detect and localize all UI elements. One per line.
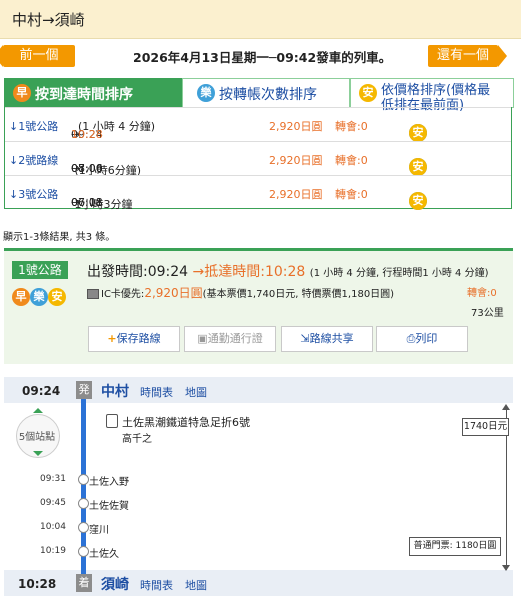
map-link[interactable]: 地圖 (185, 384, 207, 400)
stop-name: 土佐入野 (89, 477, 129, 488)
ic-card-icon (87, 289, 99, 299)
arrival-time: 10:28 (18, 577, 57, 591)
right-arrow-icon (498, 45, 507, 67)
prev-label: 前一個 (19, 48, 59, 63)
arrow-up-icon (502, 404, 510, 410)
fast-badge-icon: 早 (13, 84, 31, 102)
route-label: 1號公路 (12, 261, 68, 279)
tab-label: 按轉帳次數排序 (219, 87, 317, 103)
train-subtext: 高千之 (122, 434, 152, 445)
departure-station[interactable]: 中村 (101, 381, 129, 401)
distance: 73公里 (471, 308, 504, 319)
map-link[interactable]: 地圖 (185, 577, 207, 593)
transfer-count: 轉會:0 (467, 288, 497, 299)
page-title: 中村→須崎 (12, 11, 85, 29)
route-transfers: 轉會:0 (335, 120, 368, 133)
route-times: 09:24 → 10:28 (1 小時 4 分鐘) (71, 120, 156, 141)
fare-line: IC卡優先:2,920日圓(基本票價1,740日元, 特價票價1,180日圓) (87, 284, 394, 301)
cheap-badge-icon: 安 (48, 288, 66, 306)
train-icon (106, 414, 118, 428)
routes-list: ↓1號公路 09:24 → 10:28 (1 小時 4 分鐘) 2,920日圓 … (4, 107, 512, 211)
prev-button[interactable]: 前一個 (0, 45, 75, 67)
detail-badges: 早樂安 (12, 288, 66, 306)
stop-time: 10:04 (40, 522, 66, 532)
tab-sort-transfers[interactable]: 樂 按轉帳次數排序 (182, 78, 350, 108)
route-name[interactable]: ↓2號路線 (9, 152, 58, 168)
stop-name: 土佐佐賀 (89, 501, 129, 512)
tab-label: 按到達時間排序 (35, 87, 133, 103)
chevron-down-icon (33, 451, 43, 456)
fast-badge-icon: 早 (12, 288, 30, 306)
arrival-mark: 着 (76, 574, 92, 592)
arrival-station[interactable]: 須崎 (101, 574, 129, 594)
route-row[interactable]: ↓2號路線 07:00 → 08:06 (1小時6分鐘) 2,920日圓 轉會:… (5, 141, 511, 177)
stop-dot (78, 546, 89, 557)
stop-time: 09:45 (40, 498, 66, 508)
arrow-down-icon (502, 565, 510, 571)
route-price: 2,920日圓 (269, 154, 323, 167)
train-name: 土佐黑潮鐵道特急足折6號 (122, 416, 250, 429)
departure-arrival-line: 出發時間:09:24 →抵達時間:10:28 (1 小時 4 分鐘, 行程時間1… (87, 264, 489, 280)
route-row[interactable]: ↓3號公路 06:08 → 07:11 1小時3分鐘 2,920日圓 轉會:0 … (5, 175, 511, 211)
result-count: 顯示1-3條結果, 共3 條。 (3, 232, 116, 243)
print-button[interactable]: ⎙列印 (376, 326, 468, 352)
stop-dot (78, 498, 89, 509)
tab-sort-price[interactable]: 安 依價格排序(價格最低排在最前面) (350, 78, 514, 113)
route-price: 2,920日圓 (269, 188, 323, 201)
route-name[interactable]: ↓3號公路 (9, 186, 58, 202)
stop-name: 土佐久 (89, 549, 119, 560)
route-name[interactable]: ↓1號公路 (9, 118, 58, 134)
chevron-up-icon (33, 408, 43, 413)
sort-tabs: 早 按到達時間排序 樂 按轉帳次數排序 安 依價格排序(價格最低排在最前面) (4, 78, 514, 113)
regular-fare-box: 普通門票: 1180日圓 (409, 537, 501, 556)
departure-mark: 発 (76, 381, 92, 399)
stops-count: 5個站點 (18, 432, 56, 443)
stop-dot (78, 474, 89, 485)
left-arrow-icon (0, 45, 3, 67)
departure-date-text: 2026年4月13日星期一─09:42發車的列車。 (133, 50, 392, 65)
easy-badge-icon: 樂 (197, 84, 215, 102)
save-route-button[interactable]: +保存路線 (88, 326, 180, 352)
commute-pass-button[interactable]: ▣通勤通行證 (184, 326, 276, 352)
next-button[interactable]: 還有一個 (428, 45, 507, 67)
stop-name: 窪川 (89, 525, 109, 536)
route-row[interactable]: ↓1號公路 09:24 → 10:28 (1 小時 4 分鐘) 2,920日圓 … (5, 107, 511, 142)
cheap-badge-icon: 安 (409, 124, 427, 142)
stop-time: 10:19 (40, 546, 66, 556)
stop-time: 09:31 (40, 474, 66, 484)
timetable-link[interactable]: 時間表 (140, 577, 173, 593)
route-times: 06:08 → 07:11 1小時3分鐘 (71, 196, 133, 211)
route-transfers: 轉會:0 (335, 154, 368, 167)
pass-icon: ▣ (197, 332, 208, 345)
tab-sort-arrival[interactable]: 早 按到達時間排序 (4, 78, 182, 108)
share-icon: ⇲ (300, 332, 310, 345)
stop-dot (78, 522, 89, 533)
departure-time: 09:24 (22, 384, 61, 398)
cheap-badge-icon: 安 (359, 84, 377, 102)
share-route-button[interactable]: ⇲路線共享 (281, 326, 373, 352)
timetable-link[interactable]: 時間表 (140, 384, 173, 400)
next-label: 還有一個 (436, 48, 489, 63)
cheap-badge-icon: 安 (409, 192, 427, 210)
route-transfers: 轉會:0 (335, 188, 368, 201)
route-price: 2,920日圓 (269, 120, 323, 133)
cheap-badge-icon: 安 (409, 158, 427, 176)
fare-box: 1740日元 (462, 418, 509, 436)
easy-badge-icon: 樂 (30, 288, 48, 306)
route-times: 07:00 → 08:06 (1小時6分鐘) (71, 162, 142, 177)
plus-icon: + (107, 332, 117, 345)
